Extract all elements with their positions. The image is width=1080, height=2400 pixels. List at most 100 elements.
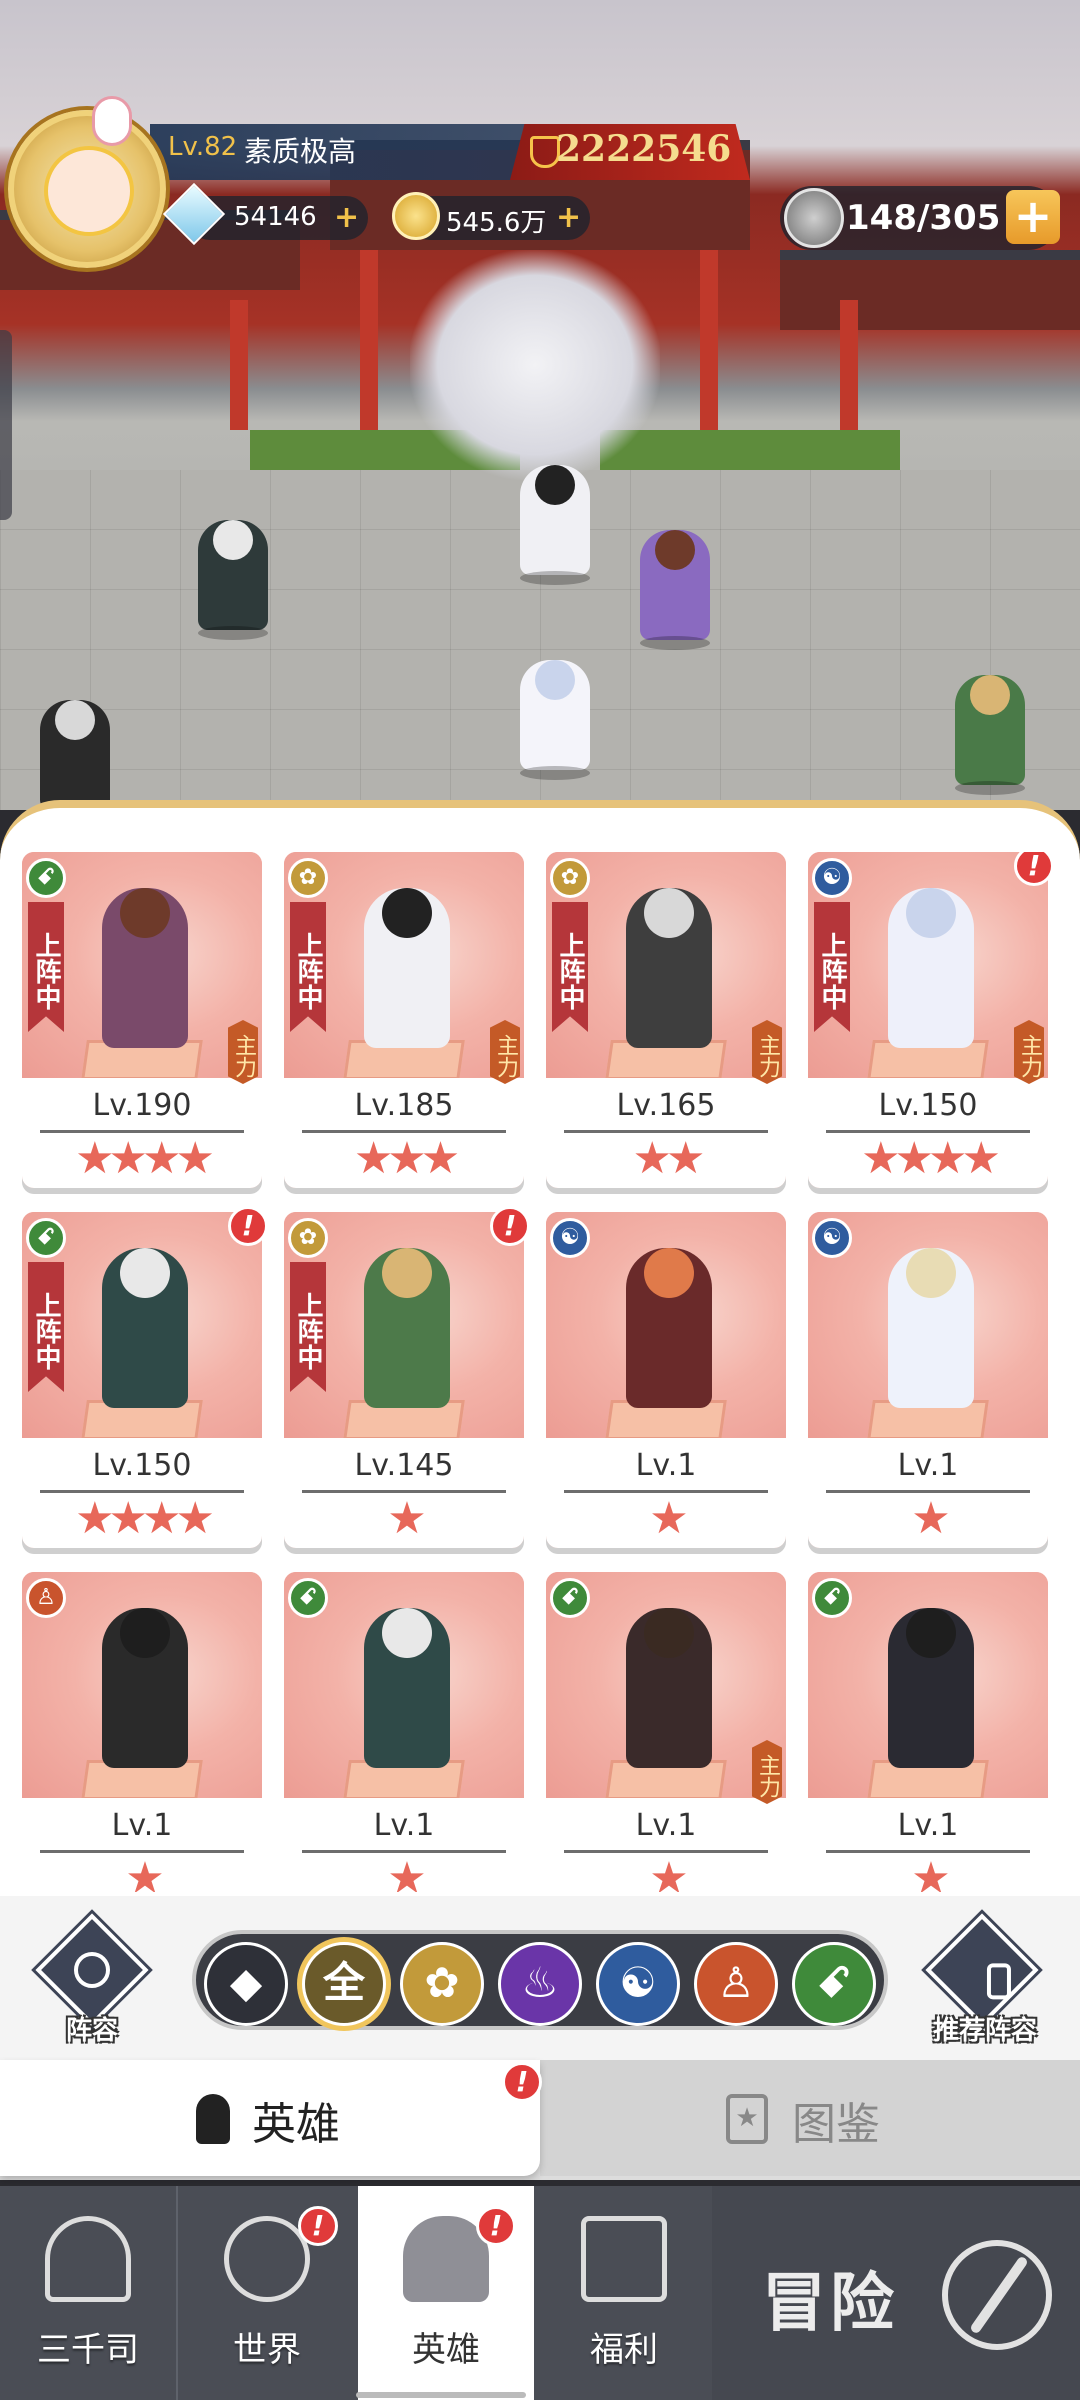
deployed-ribbon: 上阵中 <box>552 902 588 1032</box>
hero-figure <box>364 1608 450 1768</box>
hero-stars: ★ <box>649 1853 688 1893</box>
hero-stars: ★ <box>125 1853 164 1893</box>
hero-level: Lv.150 <box>92 1448 192 1483</box>
hero-level: Lv.1 <box>111 1808 173 1843</box>
filter-lotus-icon[interactable]: ✿ <box>400 1942 484 2026</box>
recommend-squad-button[interactable]: 推荐阵容 <box>925 1913 1040 2046</box>
deployed-ribbon: 上阵中 <box>28 902 64 1032</box>
filter-meditation-icon[interactable]: ♙ <box>694 1942 778 2026</box>
add-diamond-button[interactable]: + <box>334 200 359 235</box>
hero-stars: ★ <box>387 1853 426 1893</box>
hero-figure <box>102 1608 188 1768</box>
hero-sprite[interactable] <box>198 520 268 640</box>
tab-hero-alert-badge: ! <box>502 2062 542 2102</box>
hero-alert-badge: ! <box>228 1206 268 1246</box>
hero-figure <box>102 1248 188 1408</box>
hero-card[interactable]: Lv.1 ★ ☯ <box>546 1212 786 1548</box>
deployed-ribbon: 上阵中 <box>290 1262 326 1392</box>
player-title: 素质极高 <box>244 135 357 168</box>
deployed-ribbon: 上阵中 <box>290 902 326 1032</box>
dna-icon: ꗃ <box>26 858 66 898</box>
avatar-face <box>44 146 134 236</box>
main-force-badge: 主力 <box>752 1740 782 1804</box>
main-force-badge: 主力 <box>490 1020 520 1084</box>
hero-card[interactable]: Lv.190 ★★★★ ꗃ 上阵中 主力 <box>22 852 262 1188</box>
hero-sprite[interactable] <box>520 660 590 780</box>
hero-level: Lv.150 <box>878 1088 978 1123</box>
filter-flame-icon[interactable]: ♨ <box>498 1942 582 2026</box>
tab-codex[interactable]: ★ 图鉴 <box>540 2060 1080 2176</box>
codex-star-icon: ★ <box>726 2094 768 2144</box>
temple-icon <box>45 2216 131 2302</box>
add-energy-button[interactable]: + <box>1006 190 1060 244</box>
compass-icon <box>942 2240 1052 2350</box>
hero-level: Lv.1 <box>897 1448 959 1483</box>
hero-level: Lv.165 <box>616 1088 716 1123</box>
hero-figure <box>888 1608 974 1768</box>
hero-bust-icon <box>196 2094 230 2144</box>
yinyang-icon: ☯ <box>812 1218 852 1258</box>
squad-button[interactable]: 阵容 <box>35 1913 149 2046</box>
side-drawer-handle[interactable] <box>0 330 12 520</box>
hero-alert-badge: ! <box>1014 852 1054 886</box>
hero-sprite[interactable] <box>40 700 110 810</box>
energy-counter: 148/305 + <box>780 186 1060 250</box>
filter-all-icon[interactable]: 全 <box>302 1942 386 2026</box>
filter-dna-icon[interactable]: ꗃ <box>792 1942 876 2026</box>
hero-figure <box>626 888 712 1048</box>
nav-welfare[interactable]: 福利 <box>536 2186 712 2400</box>
hero-card[interactable]: Lv.150 ★★★★ ☯ 上阵中 主力! <box>808 852 1054 1188</box>
hero-level: Lv.1 <box>373 1808 435 1843</box>
hero-level: Lv.185 <box>354 1088 454 1123</box>
hero-card[interactable]: Lv.145 ★ ✿ 上阵中! <box>284 1206 530 1548</box>
main-force-badge: 主力 <box>752 1020 782 1084</box>
nav-label: 三千司 <box>37 2330 139 2370</box>
tab-hero[interactable]: 英雄 <box>0 2060 540 2176</box>
nav-label: 福利 <box>590 2330 658 2370</box>
lotus-icon: ✿ <box>550 858 590 898</box>
yinyang-icon: ☯ <box>550 1218 590 1258</box>
filter-diamonds-icon[interactable]: ◆ <box>204 1942 288 2026</box>
add-gold-button[interactable]: + <box>556 200 581 235</box>
tab-hero-label: 英雄 <box>252 2099 340 2150</box>
hero-figure <box>626 1248 712 1408</box>
main-force-badge: 主力 <box>228 1020 258 1084</box>
fox-statue <box>410 250 660 480</box>
dna-icon: ꗃ <box>550 1578 590 1618</box>
lotus-icon: ✿ <box>288 1218 328 1258</box>
hero-figure <box>364 888 450 1048</box>
nav-world-alert-badge: ! <box>298 2206 338 2246</box>
hero-sprite[interactable] <box>520 465 590 585</box>
hero-level: Lv.1 <box>897 1808 959 1843</box>
hero-card[interactable]: Lv.1 ★ ☯ <box>808 1212 1048 1548</box>
pillar <box>230 300 248 430</box>
hero-card[interactable]: Lv.1 ★ ꗃ <box>808 1572 1048 1892</box>
hero-stars: ★ <box>911 1853 950 1893</box>
meditation-icon: ♙ <box>26 1578 66 1618</box>
hero-card[interactable]: Lv.185 ★★★ ✿ 上阵中主力 <box>284 852 524 1188</box>
nav-adventure[interactable]: 冒险 <box>712 2186 1080 2400</box>
nav-sanqiansi[interactable]: 三千司 <box>0 2186 176 2400</box>
hero-sprite[interactable] <box>640 530 710 650</box>
hero-card[interactable]: Lv.165 ★★ ✿ 上阵中主力 <box>546 852 786 1188</box>
hero-card[interactable]: Lv.1 ★ ꗃ <box>284 1572 524 1892</box>
hero-level: Lv.1 <box>635 1448 697 1483</box>
hero-figure <box>364 1248 450 1408</box>
lotus-icon: ✿ <box>288 858 328 898</box>
hero-sprite[interactable] <box>955 675 1025 795</box>
hero-stars: ★ <box>649 1493 688 1544</box>
hero-card[interactable]: Lv.1 ★ ♙ <box>22 1572 262 1892</box>
energy-icon <box>784 188 844 248</box>
player-avatar[interactable] <box>8 96 166 268</box>
nav-hero-alert-badge: ! <box>476 2206 516 2246</box>
tab-codex-label: 图鉴 <box>792 2099 880 2150</box>
hero-card[interactable]: Lv.1 ★ ꗃ 主力 <box>546 1572 786 1892</box>
squad-label: 阵容 <box>65 2016 118 2046</box>
hero-stars: ★★ <box>632 1133 706 1184</box>
hero-stars: ★★★ <box>353 1133 460 1184</box>
pillar <box>700 250 718 430</box>
hero-card[interactable]: Lv.150 ★★★★ ꗃ 上阵中! <box>22 1206 268 1548</box>
hero-level: Lv.190 <box>92 1088 192 1123</box>
filter-yinyang-icon[interactable]: ☯ <box>596 1942 680 2026</box>
hero-stars: ★★★★ <box>861 1133 1001 1184</box>
